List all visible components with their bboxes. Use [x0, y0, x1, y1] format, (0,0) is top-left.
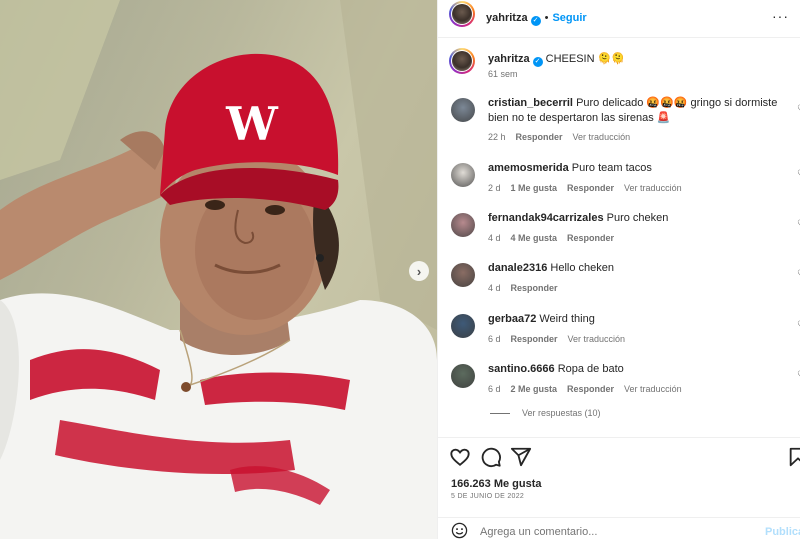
comment-item: amemosmerida Puro team tacos 2 d 1 Me gust…	[438, 161, 800, 209]
reply-button[interactable]: Responder	[511, 283, 558, 293]
follow-button[interactable]: Seguir	[552, 12, 586, 24]
comment-text: Hello cheken	[550, 262, 614, 274]
translate-button[interactable]: Ver traducción	[624, 384, 682, 394]
commenter-avatar[interactable]	[451, 263, 475, 287]
comment-likes[interactable]: 4 Me gusta	[511, 233, 558, 243]
comment-meta: 2 d 1 Me gusta Responder Ver traducción	[488, 183, 692, 193]
separator-dot: •	[544, 12, 549, 24]
translate-button[interactable]: Ver traducción	[624, 183, 682, 193]
comment-item: gerbaa72 Weird thing 6 d Responder Ver trad…	[438, 312, 800, 360]
view-replies-button[interactable]: Ver respuestas (10)	[490, 408, 601, 418]
comment-body: cristian_becerril Puro delicado 🤬🤬🤬 grin…	[488, 96, 778, 126]
add-comment-bar: Publicar	[438, 517, 800, 539]
like-heart-icon[interactable]	[449, 446, 471, 468]
comment-meta: 4 d Responder	[488, 283, 568, 293]
comment-text: Ropa de bato	[557, 363, 624, 375]
svg-text:W: W	[225, 97, 279, 151]
comment-item: danale2316 Hello cheken4 dResponder♡	[438, 261, 800, 309]
chevron-right-icon: ›	[416, 263, 422, 279]
comment-text: Weird thing	[539, 313, 595, 325]
reply-button[interactable]: Responder	[567, 183, 614, 193]
comment-meta: 22 h Responder Ver traducción	[488, 132, 640, 142]
comment-meta: 6 d Responder Ver traducción	[488, 334, 635, 344]
comment-body: santino.6666 Ropa de bato	[488, 362, 778, 377]
verified-icon: ✓	[532, 57, 543, 67]
commenter-username[interactable]: fernandak94carrizales	[488, 212, 604, 224]
comment-time: 22 h	[488, 132, 506, 142]
caption-text: CHEESIN 🫠🫠	[545, 53, 625, 65]
reply-button[interactable]: Responder	[567, 233, 614, 243]
next-photo-button[interactable]: ›	[409, 261, 429, 281]
commenter-avatar[interactable]	[451, 213, 475, 237]
commenter-username[interactable]: gerbaa72	[488, 313, 536, 325]
view-replies-label: Ver respuestas (10)	[522, 408, 601, 418]
reply-button[interactable]: Responder	[511, 334, 558, 344]
commenter-username[interactable]: cristian_becerril	[488, 97, 573, 109]
translate-button[interactable]: Ver traducción	[573, 132, 631, 142]
comment-meta: 6 d 2 Me gusta Responder Ver traducción	[488, 384, 692, 394]
comment-body: gerbaa72 Weird thing	[488, 312, 778, 327]
comment-body: amemosmerida Puro team tacos	[488, 161, 778, 176]
post-header: yahritza ✓ • Seguir ···	[438, 0, 800, 38]
author-username[interactable]: yahritza	[486, 12, 528, 24]
translate-button[interactable]: Ver traducción	[568, 334, 626, 344]
comment-text: Puro team tacos	[571, 162, 652, 174]
caption-time: 61 sem	[488, 69, 518, 79]
reply-button[interactable]: Responder	[516, 132, 563, 142]
more-options-icon[interactable]: ···	[772, 8, 789, 24]
comment-time: 2 d	[488, 183, 501, 193]
reply-button[interactable]: Responder	[567, 384, 614, 394]
commenter-avatar[interactable]	[451, 314, 475, 338]
author-avatar[interactable]	[449, 1, 475, 27]
verified-icon: ✓	[530, 16, 541, 26]
comment-item: cristian_becerril Puro delicado 🤬🤬🤬 grin…	[438, 96, 800, 144]
comment-likes[interactable]: 1 Me gusta	[511, 183, 558, 193]
replies-divider	[490, 413, 510, 415]
save-bookmark-icon[interactable]	[787, 446, 800, 468]
commenter-username[interactable]: santino.6666	[488, 363, 555, 375]
comment-time: 4 d	[488, 233, 501, 243]
comment-body: fernandak94carrizales Puro cheken	[488, 211, 778, 226]
comment-likes[interactable]: 2 Me gusta	[511, 384, 558, 394]
emoji-icon[interactable]	[451, 522, 468, 539]
comment-icon[interactable]	[480, 446, 502, 468]
comment-item: fernandak94carrizales Puro cheken 4 d 4 Me…	[438, 211, 800, 259]
add-comment-input[interactable]	[480, 526, 750, 538]
post-actions: 166.263 Me gusta 5 DE JUNIO DE 2022	[438, 437, 800, 517]
commenter-avatar[interactable]	[451, 163, 475, 187]
likes-count[interactable]: 166.263 Me gusta	[451, 478, 542, 490]
post-photo[interactable]: W ›	[0, 0, 437, 539]
comment-time: 4 d	[488, 283, 501, 293]
author-line: yahritza ✓ • Seguir	[486, 8, 587, 26]
post-detail-panel: yahritza ✓ • Seguir ··· yahritza ✓ CHEESIN 🫠…	[437, 0, 800, 539]
commenter-avatar[interactable]	[451, 364, 475, 388]
caption-line: yahritza ✓ CHEESIN 🫠🫠	[488, 52, 625, 67]
publish-button[interactable]: Publicar	[765, 526, 800, 538]
comment-time: 6 d	[488, 384, 501, 394]
commenter-username[interactable]: danale2316	[488, 262, 547, 274]
comment-meta: 4 d 4 Me gusta Responder	[488, 233, 624, 243]
photo-illustration: W	[0, 0, 437, 539]
comment-time: 6 d	[488, 334, 501, 344]
share-icon[interactable]	[510, 446, 532, 468]
commenter-avatar[interactable]	[451, 98, 475, 122]
caption-avatar[interactable]	[449, 48, 475, 74]
comment-text: Puro cheken	[606, 212, 669, 224]
post-date: 5 DE JUNIO DE 2022	[451, 493, 525, 500]
caption-username[interactable]: yahritza	[488, 53, 530, 65]
comment-item: santino.6666 Ropa de bato 6 d 2 Me gusta Re…	[438, 362, 800, 410]
comment-body: danale2316 Hello cheken	[488, 261, 778, 276]
commenter-username[interactable]: amemosmerida	[488, 162, 569, 174]
